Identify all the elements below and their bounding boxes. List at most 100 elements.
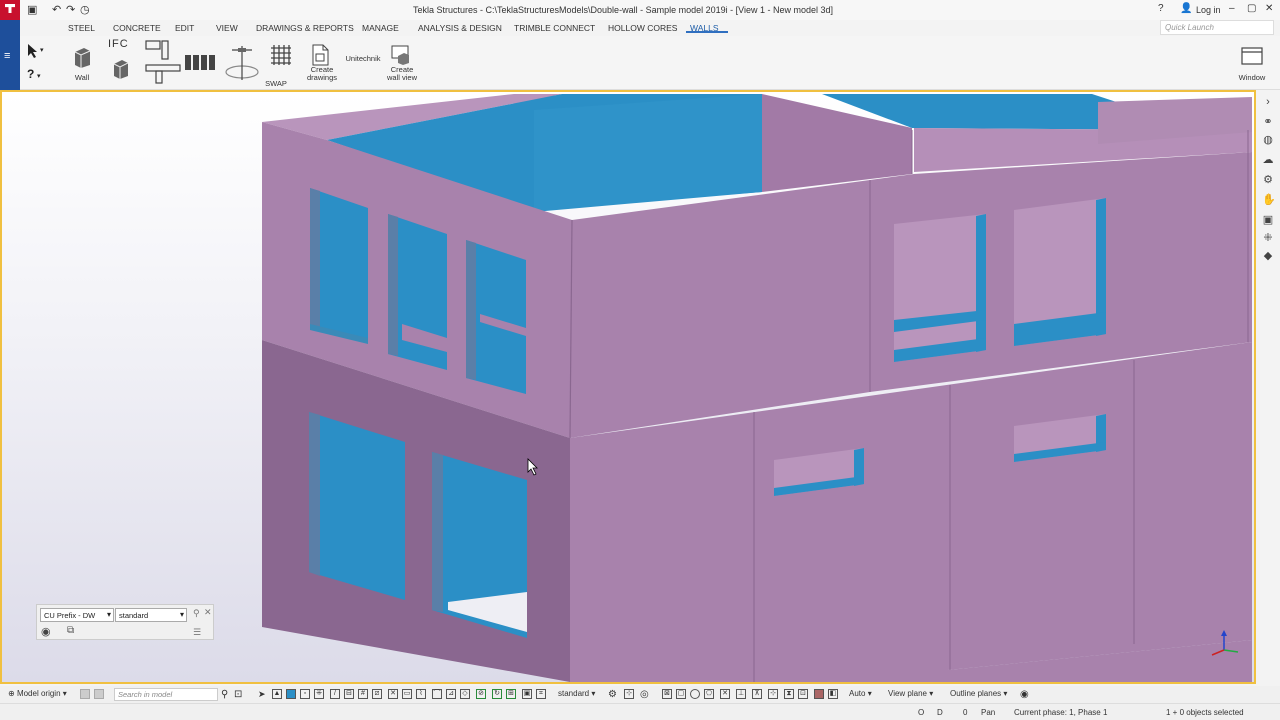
window-icon[interactable] — [1240, 46, 1264, 66]
select-welds-icon[interactable]: ⊟ — [344, 689, 354, 699]
select-points-icon[interactable]: ⧄ — [372, 689, 382, 699]
current-phase-status[interactable]: Current phase: 1, Phase 1 — [1014, 708, 1107, 717]
menu-manage[interactable]: MANAGE — [362, 23, 399, 33]
window-button-label[interactable]: Window — [1232, 74, 1272, 82]
selection-filter-select[interactable]: standard ▾ — [558, 689, 595, 698]
create-drawings-icon[interactable] — [310, 44, 330, 66]
select-objects-icon[interactable] — [286, 689, 296, 699]
minimize-icon[interactable]: – — [1229, 3, 1235, 14]
maximize-icon[interactable]: ▢ — [1247, 3, 1256, 14]
snap-lines-icon[interactable]: ⊼ — [752, 689, 762, 699]
select-lock-icon[interactable]: ▣ — [522, 689, 532, 699]
snap-grid-icon[interactable]: ⊡ — [798, 689, 808, 699]
wall-layout-icon[interactable] — [184, 54, 218, 72]
menu-trimble-connect[interactable]: TRIMBLE CONNECT — [514, 23, 595, 33]
ifc-button-label[interactable]: IFC — [108, 39, 129, 50]
unitechnik-button[interactable]: Unitechnik — [342, 55, 384, 63]
select-components-icon[interactable]: ▫ — [300, 689, 310, 699]
file-menu-strip[interactable]: ≡ — [0, 20, 20, 90]
menu-analysis-design[interactable]: ANALYSIS & DESIGN — [418, 23, 502, 33]
search-model-input[interactable]: Search in model — [114, 688, 218, 701]
select-reinforcement-icon[interactable]: ⌇ — [416, 689, 426, 699]
select-reference-icon[interactable]: ✕ — [388, 689, 398, 699]
upper-front-wall[interactable] — [570, 180, 870, 438]
select-grid-icon[interactable]: / — [330, 689, 340, 699]
view-icon[interactable]: ⧉ — [67, 625, 74, 636]
wall-icon[interactable] — [72, 46, 92, 68]
interior-blue-wall-2[interactable] — [534, 94, 762, 212]
hand-icon[interactable]: ✋ — [1262, 194, 1276, 206]
snap-plane-icon[interactable]: ◧ — [828, 689, 838, 699]
gear-icon[interactable]: ⚙ — [1262, 174, 1274, 186]
snap-any-icon[interactable]: ⧗ — [784, 689, 794, 699]
select-group-icon[interactable]: ⌗ — [536, 689, 546, 699]
select-bolts-icon[interactable]: # — [358, 689, 368, 699]
plane-toggle-icon[interactable] — [94, 689, 104, 699]
menu-view[interactable]: VIEW — [216, 23, 238, 33]
components-icon[interactable]: ⁜ — [1262, 232, 1274, 244]
joint-tools-icon[interactable] — [144, 39, 184, 87]
drag-status[interactable]: D — [937, 708, 943, 717]
select-cuts-icon[interactable]: ⌒ — [432, 689, 442, 699]
globe-icon[interactable]: ◍ — [1262, 134, 1274, 146]
select-surfaces-icon[interactable]: ⊿ — [446, 689, 456, 699]
select-views-icon[interactable]: ◇ — [460, 689, 470, 699]
panel-close-icon[interactable]: ✕ — [204, 607, 212, 618]
snap-reference-icon[interactable]: ⊠ — [662, 689, 672, 699]
mesh-icon[interactable] — [270, 44, 292, 66]
view-filter-dropdown[interactable]: standard — [115, 608, 187, 622]
wall-button-label[interactable]: Wall — [68, 74, 96, 82]
visibility-eye-icon[interactable]: ◎ — [640, 689, 649, 700]
outline-planes-select[interactable]: Outline planes ▾ — [950, 689, 1007, 698]
select-drawings-icon[interactable]: ▭ — [402, 689, 412, 699]
snap-select-icon[interactable]: ⊹ — [624, 689, 634, 699]
expand-chevron-icon[interactable]: › — [1262, 96, 1274, 108]
hamburger-icon[interactable]: ≡ — [4, 50, 10, 62]
snap-depth-select[interactable]: Auto ▾ — [849, 689, 872, 698]
menu-concrete[interactable]: CONCRETE — [113, 23, 161, 33]
select-tool-icon[interactable]: ▾ ? ▾ — [24, 42, 44, 82]
login-link[interactable]: Log in — [1196, 5, 1221, 15]
menu-edit[interactable]: EDIT — [175, 23, 194, 33]
select-assembly-icon[interactable]: ⁜ — [314, 689, 324, 699]
snap-center-icon[interactable] — [690, 689, 700, 699]
eye-icon[interactable]: ◉ — [41, 625, 51, 638]
tag-icon[interactable]: ◆ — [1262, 250, 1274, 262]
snap-nearest-icon[interactable]: ⊹ — [768, 689, 778, 699]
view-plane-select[interactable]: View plane ▾ — [888, 689, 933, 698]
swap-icon[interactable] — [222, 42, 262, 82]
selection-filter-dropdown[interactable]: CU Prefix - DW — [40, 608, 114, 622]
snap-perpendicular-icon[interactable]: ⊥ — [736, 689, 746, 699]
menu-steel[interactable]: STEEL — [68, 23, 95, 33]
snap-geometry-icon[interactable]: ▢ — [676, 689, 686, 699]
create-drawings-label[interactable]: Create drawings — [302, 66, 342, 82]
cloud-icon[interactable]: ☁ — [1262, 154, 1274, 166]
select-all-icon[interactable]: ➤ — [258, 689, 266, 700]
select-pour-icon[interactable]: ⊘ — [476, 689, 486, 699]
advanced-search-icon[interactable]: ⊡ — [234, 689, 242, 700]
model-origin-dropdown[interactable]: ⊕ Model origin ▾ — [8, 689, 67, 698]
building-model[interactable] — [2, 92, 1254, 682]
menu-hollow-cores[interactable]: HOLLOW CORES — [608, 23, 677, 33]
snap-settings-icon[interactable]: ⚙ — [608, 689, 617, 700]
cube-icon[interactable]: ▣ — [1262, 214, 1274, 226]
pin-icon[interactable]: ⚲ — [193, 608, 200, 619]
model-view-3d[interactable] — [0, 90, 1256, 684]
help-icon[interactable]: ? — [1158, 3, 1164, 14]
ifc-wall-icon[interactable] — [112, 58, 130, 80]
create-wall-view-label[interactable]: Create wall view — [380, 66, 424, 82]
snap-midpoint-icon[interactable]: ⬠ — [704, 689, 714, 699]
user-icon[interactable]: 👤 — [1180, 3, 1192, 14]
ortho-status[interactable]: O — [918, 708, 924, 717]
menu-drawings-reports[interactable]: DRAWINGS & REPORTS — [256, 23, 354, 33]
search-icon[interactable]: ⚲ — [221, 689, 228, 700]
planes-visibility-icon[interactable]: ◉ — [1020, 689, 1029, 700]
snap-toggle-icon[interactable] — [80, 689, 90, 699]
create-wall-view-icon[interactable] — [390, 44, 412, 66]
link-icon[interactable]: ⚭ — [1262, 116, 1274, 128]
select-rebar-icon[interactable]: ↻ — [492, 689, 502, 699]
close-icon[interactable]: ✕ — [1265, 3, 1273, 14]
select-parts-icon[interactable]: ▲ — [272, 689, 282, 699]
list-icon[interactable]: ☰ — [193, 627, 201, 638]
snap-override-icon[interactable] — [814, 689, 824, 699]
